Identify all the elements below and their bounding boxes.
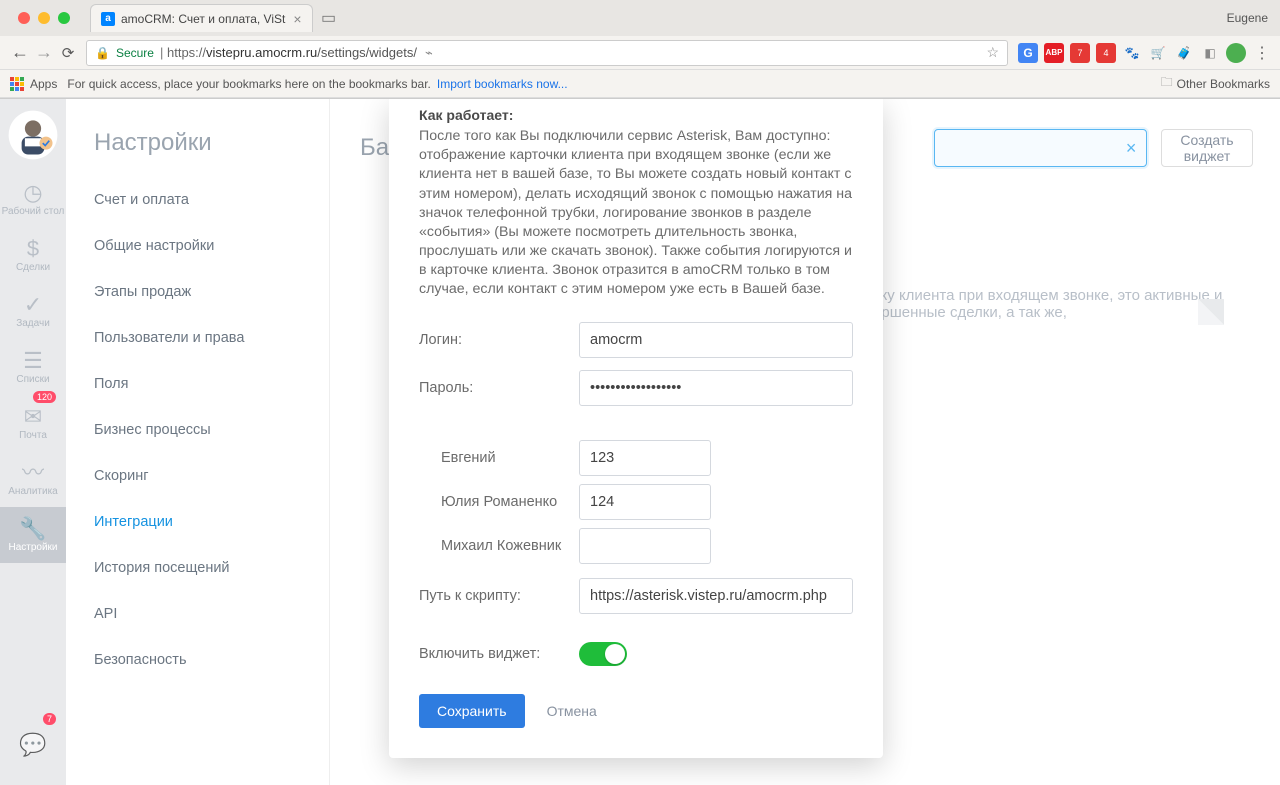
- modal-description: После того как Вы подключили сервис Aste…: [419, 127, 853, 300]
- user-ext-0[interactable]: [579, 440, 711, 476]
- script-input[interactable]: [579, 578, 853, 614]
- mail-badge: 120: [33, 391, 56, 403]
- sidebar-item-history[interactable]: История посещений: [66, 545, 329, 591]
- password-label: Пароль:: [419, 380, 579, 396]
- other-bookmarks-label: Other Bookmarks: [1177, 77, 1270, 91]
- ext-bag-icon[interactable]: 🧳: [1174, 43, 1194, 63]
- enable-toggle[interactable]: [579, 642, 627, 666]
- ext-save-icon[interactable]: ◧: [1200, 43, 1220, 63]
- ext-cart-icon[interactable]: 🛒: [1148, 43, 1168, 63]
- sidebar-item-billing[interactable]: Счет и оплата: [66, 177, 329, 223]
- modal-section-title: Как работает:: [419, 107, 853, 123]
- bookmark-star-icon[interactable]: ☆: [986, 44, 999, 61]
- bookmarks-bar: Apps For quick access, place your bookma…: [0, 70, 1280, 98]
- settings-sidebar: Настройки Счет и оплата Общие настройки …: [66, 99, 330, 785]
- login-label: Логин:: [419, 332, 579, 348]
- rail-analytics[interactable]: 〰 Аналитика: [0, 451, 66, 507]
- sidebar-item-integrations[interactable]: Интеграции: [66, 499, 329, 545]
- ext-abp-icon[interactable]: ABP: [1044, 43, 1064, 63]
- check-circle-icon: ✓: [24, 294, 42, 316]
- browser-tab[interactable]: a amoCRM: Счет и оплата, ViSt ×: [90, 4, 313, 32]
- profile-label[interactable]: Eugene: [1227, 11, 1268, 25]
- sidebar-title: Настройки: [66, 99, 329, 177]
- rail-lists[interactable]: ☰ Списки: [0, 339, 66, 395]
- import-bookmarks-link[interactable]: Import bookmarks now...: [437, 77, 568, 91]
- modal-overlay: Как работает: После того как Вы подключи…: [330, 99, 1280, 785]
- reload-button[interactable]: ⟳: [56, 44, 80, 62]
- new-tab-button[interactable]: ▭: [319, 8, 339, 28]
- other-bookmarks[interactable]: 🗀 Other Bookmarks: [1161, 73, 1270, 94]
- sidebar-item-fields[interactable]: Поля: [66, 361, 329, 407]
- browser-toolbar: ← → ⟳ 🔒 Secure | https://vistepru.amocrm…: [0, 36, 1280, 70]
- bookmark-tip: For quick access, place your bookmarks h…: [67, 77, 431, 91]
- window-controls[interactable]: [8, 12, 80, 24]
- password-key-icon[interactable]: ⌁: [425, 45, 433, 61]
- user-label-2: Михаил Кожевник: [419, 538, 579, 554]
- maximize-window[interactable]: [58, 12, 70, 24]
- nav-rail: ◷ Рабочий стол $ Сделки ✓ Задачи ☰ Списк…: [0, 99, 66, 785]
- secure-label: Secure: [116, 46, 154, 60]
- lock-icon: 🔒: [95, 46, 110, 60]
- extensions: G ABP 7 4 🐾 🛒 🧳 ◧: [1018, 43, 1246, 63]
- chat-badge: 7: [43, 713, 56, 725]
- sidebar-item-scoring[interactable]: Скоринг: [66, 453, 329, 499]
- back-button[interactable]: ←: [8, 42, 32, 63]
- tab-title: amoCRM: Счет и оплата, ViSt: [121, 12, 285, 26]
- apps-icon[interactable]: [10, 77, 24, 91]
- rail-deals[interactable]: $ Сделки: [0, 227, 66, 283]
- cancel-button[interactable]: Отмена: [547, 703, 597, 719]
- ext-google-icon[interactable]: G: [1018, 43, 1038, 63]
- ext-green-icon[interactable]: [1226, 43, 1246, 63]
- user-ext-1[interactable]: [579, 484, 711, 520]
- sidebar-item-bp[interactable]: Бизнес процессы: [66, 407, 329, 453]
- user-label-0: Евгений: [419, 450, 579, 466]
- ext-paw-icon[interactable]: 🐾: [1122, 43, 1142, 63]
- list-icon: ☰: [23, 350, 43, 372]
- forward-button: →: [32, 42, 56, 63]
- user-avatar[interactable]: [0, 99, 66, 171]
- chat-icon: 💬: [19, 734, 46, 756]
- password-input[interactable]: [579, 370, 853, 406]
- rail-tasks[interactable]: ✓ Задачи: [0, 283, 66, 339]
- close-tab-icon[interactable]: ×: [285, 11, 301, 27]
- user-label-1: Юлия Романенко: [419, 494, 579, 510]
- wrench-icon: 🔧: [19, 518, 46, 540]
- rail-settings[interactable]: 🔧 Настройки: [0, 507, 66, 563]
- browser-menu-icon[interactable]: ⋮: [1252, 43, 1272, 63]
- rail-chat[interactable]: 💬 7: [0, 717, 66, 773]
- widget-modal: Как работает: После того как Вы подключи…: [389, 99, 883, 758]
- dollar-icon: $: [27, 238, 39, 260]
- address-bar[interactable]: 🔒 Secure | https://vistepru.amocrm.ru/se…: [86, 40, 1008, 66]
- sidebar-item-api[interactable]: API: [66, 591, 329, 637]
- enable-label: Включить виджет:: [419, 646, 579, 662]
- sidebar-item-users[interactable]: Пользователи и права: [66, 315, 329, 361]
- browser-chrome: a amoCRM: Счет и оплата, ViSt × ▭ Eugene…: [0, 0, 1280, 99]
- sidebar-item-stages[interactable]: Этапы продаж: [66, 269, 329, 315]
- rail-mail[interactable]: ✉ 120 Почта: [0, 395, 66, 451]
- tab-strip: a amoCRM: Счет и оплата, ViSt × ▭ Eugene: [0, 0, 1280, 36]
- ext-badge1-icon[interactable]: 7: [1070, 43, 1090, 63]
- rail-dashboard[interactable]: ◷ Рабочий стол: [0, 171, 66, 227]
- favicon: a: [101, 12, 115, 26]
- close-window[interactable]: [18, 12, 30, 24]
- sidebar-item-general[interactable]: Общие настройки: [66, 223, 329, 269]
- user-ext-2[interactable]: [579, 528, 711, 564]
- url-text: https://vistepru.amocrm.ru/settings/widg…: [167, 45, 417, 60]
- script-label: Путь к скрипту:: [419, 588, 579, 604]
- app-frame: ◷ Рабочий стол $ Сделки ✓ Задачи ☰ Списк…: [0, 99, 1280, 785]
- sidebar-item-security[interactable]: Безопасность: [66, 637, 329, 683]
- minimize-window[interactable]: [38, 12, 50, 24]
- folder-icon: 🗀: [1161, 73, 1173, 94]
- login-input[interactable]: [579, 322, 853, 358]
- chart-icon: 〰: [22, 462, 44, 484]
- mail-icon: ✉: [24, 406, 42, 428]
- ext-badge2-icon[interactable]: 4: [1096, 43, 1116, 63]
- apps-label[interactable]: Apps: [30, 77, 57, 91]
- gauge-icon: ◷: [23, 182, 42, 204]
- save-button[interactable]: Сохранить: [419, 694, 525, 728]
